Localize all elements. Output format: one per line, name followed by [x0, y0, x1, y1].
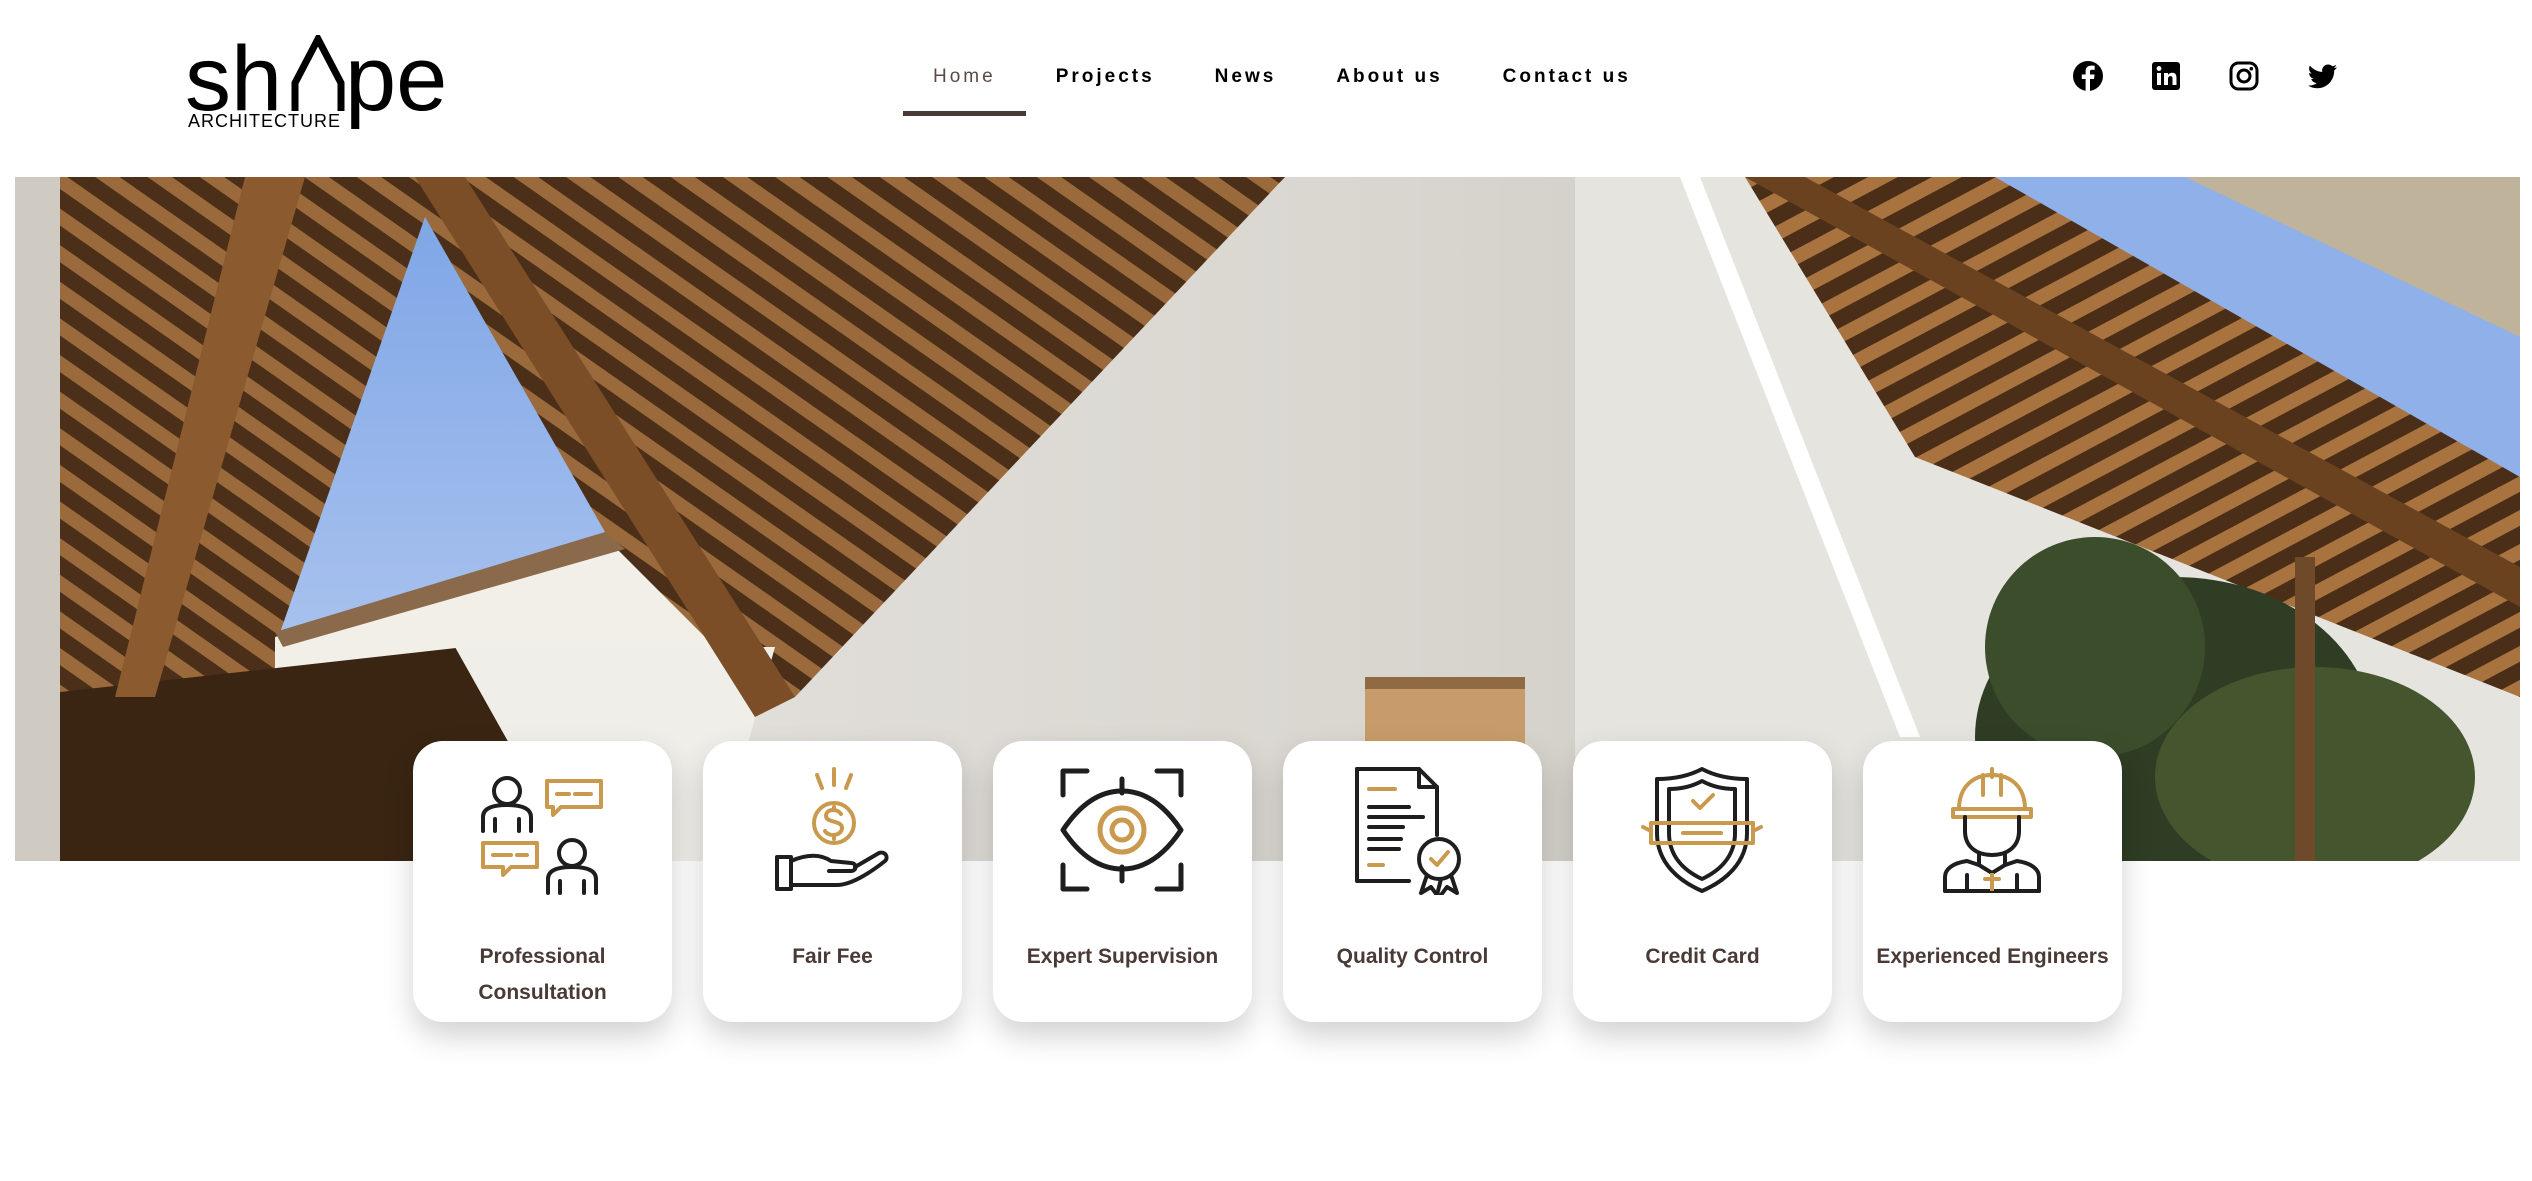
linkedin-icon[interactable] [2148, 58, 2184, 94]
twitter-icon[interactable] [2304, 58, 2340, 94]
quality-certificate-icon [1355, 767, 1461, 895]
supervision-eye-icon [1060, 768, 1184, 892]
nav-projects[interactable]: Projects [1026, 56, 1185, 116]
fair-fee-icon [775, 767, 889, 891]
feature-cards: Professional Consultation Fair Fee Exper… [413, 741, 2122, 1022]
facebook-icon[interactable] [2070, 58, 2106, 94]
consultation-icon [481, 776, 603, 895]
site-header: sh pe ARCHITECTURE Home Projects News Ab… [0, 0, 2532, 177]
brand-logo[interactable]: sh pe ARCHITECTURE [185, 35, 475, 135]
logo-tagline: ARCHITECTURE [188, 111, 341, 131]
feature-label: Expert Supervision [1026, 945, 1219, 968]
nav-news[interactable]: News [1185, 56, 1307, 116]
feature-card-engineers[interactable]: Experienced Engineers [1863, 741, 2122, 1022]
logo-name-end: pe [345, 35, 447, 130]
feature-card-quality[interactable]: Quality Control [1283, 741, 1542, 1022]
nav-about-us[interactable]: About us [1306, 56, 1472, 116]
nav-home[interactable]: Home [903, 56, 1026, 116]
feature-label: Quality Control [1336, 945, 1489, 968]
feature-label: Experienced Engineers [1876, 945, 2109, 968]
feature-label: Fair Fee [792, 945, 873, 968]
logo-mark: sh pe ARCHITECTURE [185, 35, 447, 131]
feature-card-fair-fee[interactable]: Fair Fee [703, 741, 962, 1022]
instagram-icon[interactable] [2226, 58, 2262, 94]
feature-label: Professional Consultation [478, 945, 607, 1004]
main-nav: Home Projects News About us Contact us [903, 56, 1661, 116]
engineer-icon [1943, 767, 2041, 893]
shield-card-icon [1641, 767, 1763, 893]
nav-contact-us[interactable]: Contact us [1473, 56, 1661, 116]
social-links [2070, 58, 2340, 94]
feature-card-consultation[interactable]: Professional Consultation [413, 741, 672, 1022]
logo-roof-shape [291, 35, 345, 111]
feature-label: Credit Card [1645, 945, 1760, 968]
feature-card-supervision[interactable]: Expert Supervision [993, 741, 1252, 1022]
feature-card-credit-card[interactable]: Credit Card [1573, 741, 1832, 1022]
